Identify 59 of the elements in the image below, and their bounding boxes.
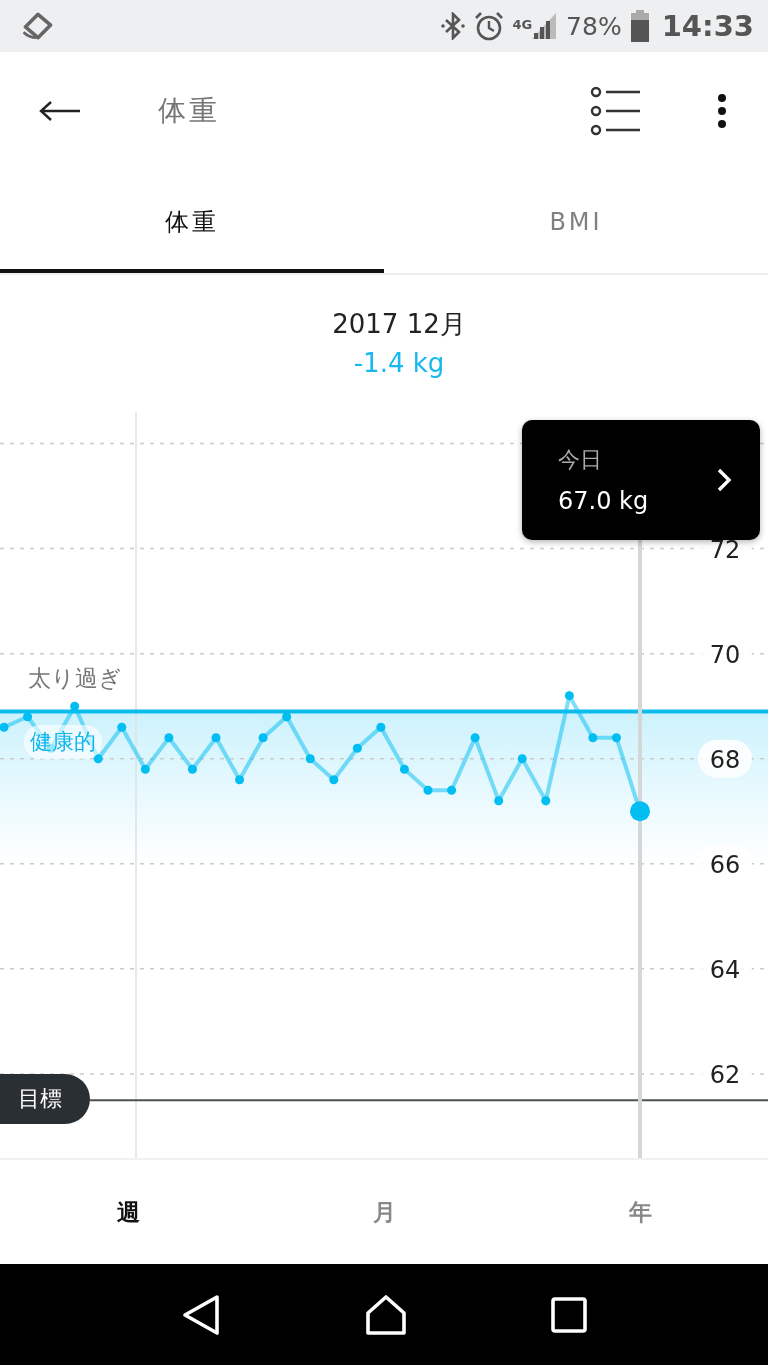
battery-icon: [629, 10, 650, 42]
tooltip-card[interactable]: 今日 67.0 kg: [522, 420, 760, 540]
data-point: [282, 712, 292, 722]
back-nav-icon[interactable]: [181, 1293, 222, 1336]
data-point: [376, 722, 386, 732]
list-icon: [590, 86, 642, 136]
tab[interactable]: BMI: [384, 170, 768, 273]
band-label: 健康的: [24, 725, 102, 760]
data-point: [117, 722, 127, 732]
data-point: [140, 764, 150, 774]
network-type: 4G: [512, 17, 533, 32]
range-tab[interactable]: 週: [0, 1160, 256, 1264]
data-point: [423, 785, 433, 795]
data-point: [541, 796, 551, 806]
alarm-clock-icon: [474, 11, 505, 41]
data-point: [0, 722, 9, 732]
period-label: 2017 12月: [332, 308, 466, 341]
data-point: [235, 775, 245, 785]
axis-tick-label: 70: [709, 640, 741, 669]
line-label: 太り過ぎ: [28, 664, 122, 694]
data-point: [70, 701, 80, 711]
data-point: [93, 754, 103, 764]
data-point: [329, 775, 339, 785]
data-point: [494, 796, 504, 806]
data-point: [352, 743, 362, 753]
axis-tick-label: 68: [709, 745, 741, 774]
data-point: [630, 801, 650, 822]
chevron-right-icon: [716, 467, 732, 493]
data-point: [564, 691, 574, 701]
data-point: [23, 712, 33, 722]
data-point: [611, 733, 621, 743]
data-point: [470, 733, 480, 743]
data-point: [187, 764, 197, 774]
weight-change: -1.4 kg: [353, 348, 445, 378]
range-tab[interactable]: 月: [256, 1160, 512, 1264]
data-point: [399, 764, 409, 774]
signal-icon: [530, 11, 559, 41]
data-point: [305, 754, 315, 764]
data-point: [517, 754, 527, 764]
tab[interactable]: 体重: [0, 170, 384, 273]
recent-apps-icon[interactable]: [550, 1296, 587, 1333]
axis-tick-label: 62: [709, 1060, 741, 1089]
data-point: [258, 733, 268, 743]
more-vertical-icon: [717, 93, 727, 129]
data-point: [447, 785, 457, 795]
goal-tag: 目標: [0, 1074, 90, 1125]
clock-time: 14:33: [661, 9, 754, 43]
axis-tick-label: 66: [709, 850, 741, 879]
battery-percent: 78%: [566, 11, 622, 41]
data-point: [211, 733, 221, 743]
page-title: 体重: [158, 93, 220, 129]
bluetooth-icon: [440, 12, 467, 40]
home-icon[interactable]: [364, 1293, 408, 1336]
axis-tick-label: 64: [709, 955, 741, 984]
data-point: [164, 733, 174, 743]
data-point: [588, 733, 598, 743]
range-tab[interactable]: 年: [512, 1160, 768, 1264]
back-arrow-icon: [39, 101, 81, 121]
list-view-button[interactable]: [590, 86, 642, 136]
